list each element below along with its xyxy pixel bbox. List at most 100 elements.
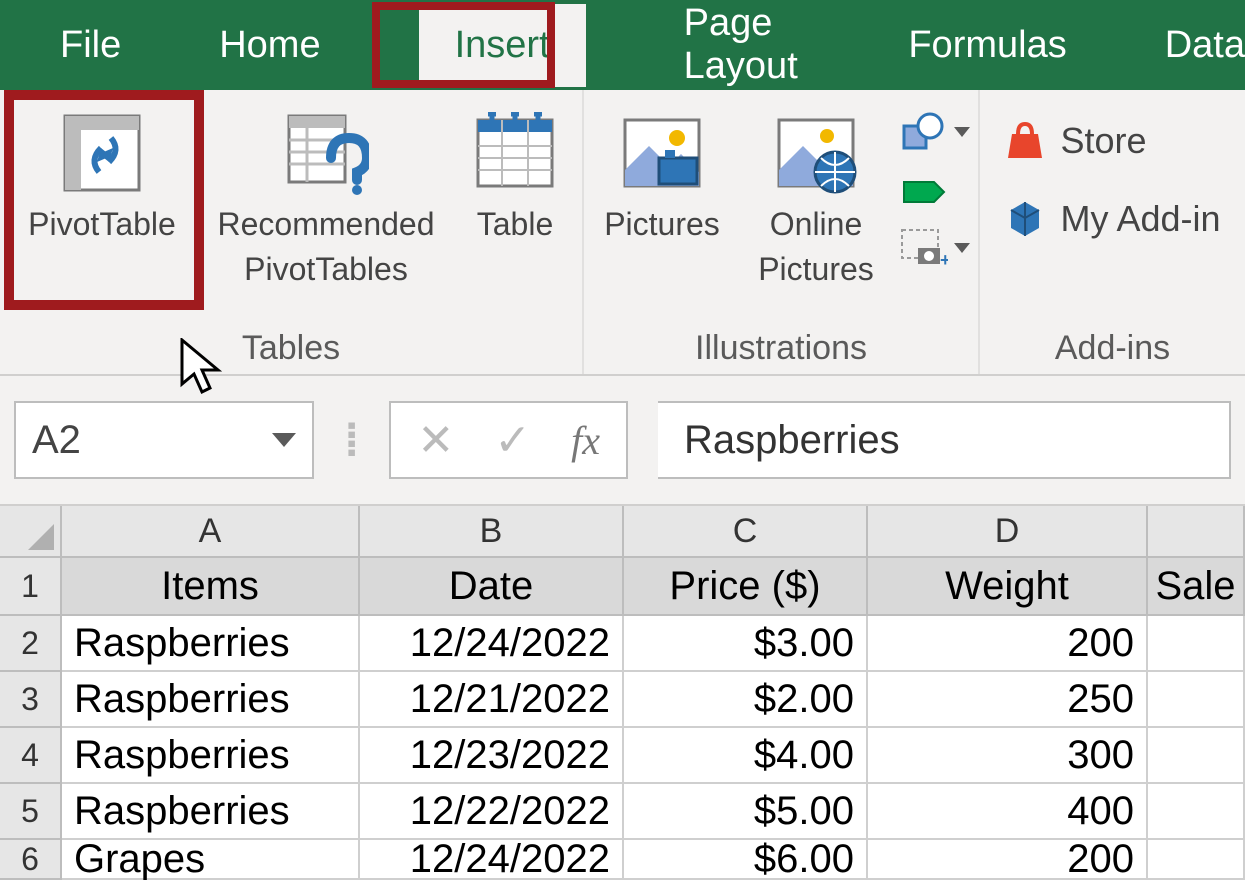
shapes-icon: [900, 112, 948, 152]
row-header[interactable]: 5: [0, 784, 62, 840]
fx-icon[interactable]: fx: [571, 417, 600, 464]
cell[interactable]: $6.00: [624, 840, 868, 880]
cell[interactable]: 12/21/2022: [360, 672, 624, 728]
cell[interactable]: 400: [868, 784, 1148, 840]
cell[interactable]: $3.00: [624, 616, 868, 672]
col-header-e[interactable]: [1148, 506, 1245, 558]
pictures-label: Pictures: [604, 206, 720, 243]
cell[interactable]: [1148, 784, 1245, 840]
illustration-small-buttons: +: [900, 102, 970, 270]
table-row: 6 Grapes 12/24/2022 $6.00 200: [0, 840, 1245, 880]
shapes-button[interactable]: [900, 110, 970, 154]
store-icon: [1004, 120, 1046, 162]
table-row: 2 Raspberries 12/24/2022 $3.00 200: [0, 616, 1245, 672]
cell[interactable]: Raspberries: [62, 616, 360, 672]
select-all-corner[interactable]: [0, 506, 62, 558]
my-addins-label: My Add-in: [1060, 198, 1220, 240]
col-header-b[interactable]: B: [360, 506, 624, 558]
cell[interactable]: 250: [868, 672, 1148, 728]
recommended-pivottables-icon: [281, 108, 371, 198]
recommended-pivottables-label-2: PivotTables: [244, 251, 408, 288]
cell[interactable]: [1148, 728, 1245, 784]
row-header[interactable]: 1: [0, 558, 62, 616]
screenshot-button[interactable]: +: [900, 226, 970, 270]
cell[interactable]: [1148, 616, 1245, 672]
table-row: 4 Raspberries 12/23/2022 $4.00 300: [0, 728, 1245, 784]
store-button[interactable]: Store: [1004, 120, 1146, 162]
cell[interactable]: 12/22/2022: [360, 784, 624, 840]
store-label: Store: [1060, 120, 1146, 162]
ribbon-insert: PivotTable Recommended: [0, 90, 1245, 376]
screenshot-icon: +: [900, 228, 948, 268]
header-items[interactable]: Items: [62, 558, 360, 616]
cell[interactable]: Raspberries: [62, 728, 360, 784]
ribbon-group-tables: PivotTable Recommended: [0, 90, 584, 374]
table-icon: [470, 108, 560, 198]
cell[interactable]: [1148, 672, 1245, 728]
pictures-icon: [617, 108, 707, 198]
header-weight[interactable]: Weight: [868, 558, 1148, 616]
online-pictures-button[interactable]: Online Pictures: [746, 102, 886, 294]
header-price[interactable]: Price ($): [624, 558, 868, 616]
col-header-a[interactable]: A: [62, 506, 360, 558]
header-sale[interactable]: Sale: [1148, 558, 1245, 616]
column-headers: A B C D: [0, 506, 1245, 558]
row-header[interactable]: 2: [0, 616, 62, 672]
cell[interactable]: $5.00: [624, 784, 868, 840]
table-row: 1 Items Date Price ($) Weight Sale: [0, 558, 1245, 616]
group-label-tables: Tables: [242, 325, 340, 374]
name-box[interactable]: A2: [14, 401, 314, 479]
table-button[interactable]: Table: [460, 102, 570, 249]
table-row: 3 Raspberries 12/21/2022 $2.00 250: [0, 672, 1245, 728]
row-header[interactable]: 4: [0, 728, 62, 784]
recommended-pivottables-button[interactable]: Recommended PivotTables: [206, 102, 446, 294]
tab-page-layout[interactable]: Page Layout: [684, 2, 811, 88]
addins-icon: [1004, 198, 1046, 240]
dropdown-caret-icon: [272, 433, 296, 447]
tab-file[interactable]: File: [60, 24, 121, 67]
col-header-d[interactable]: D: [868, 506, 1148, 558]
col-header-c[interactable]: C: [624, 506, 868, 558]
formula-input[interactable]: [658, 401, 1231, 479]
ribbon-group-illustrations: Pictures Online Pictures: [584, 90, 980, 374]
svg-text:+: +: [940, 250, 948, 268]
cell[interactable]: 12/24/2022: [360, 840, 624, 880]
tab-data[interactable]: Data: [1165, 24, 1245, 67]
cell[interactable]: Raspberries: [62, 672, 360, 728]
pictures-button[interactable]: Pictures: [592, 102, 732, 249]
tab-home[interactable]: Home: [219, 24, 320, 67]
cell[interactable]: 200: [868, 840, 1148, 880]
table-row: 5 Raspberries 12/22/2022 $5.00 400: [0, 784, 1245, 840]
accept-formula-button[interactable]: ✓: [494, 415, 531, 466]
online-pictures-label-1: Online: [770, 206, 863, 243]
recommended-pivottables-label-1: Recommended: [218, 206, 435, 243]
smartart-icon: [900, 170, 948, 210]
cell[interactable]: 12/23/2022: [360, 728, 624, 784]
separator-dots-icon: ⁞: [344, 413, 359, 467]
row-header[interactable]: 6: [0, 840, 62, 880]
smartart-button[interactable]: [900, 168, 970, 212]
cell[interactable]: 12/24/2022: [360, 616, 624, 672]
cell[interactable]: $2.00: [624, 672, 868, 728]
cell[interactable]: Raspberries: [62, 784, 360, 840]
cell[interactable]: 300: [868, 728, 1148, 784]
my-addins-button[interactable]: My Add-in: [1004, 198, 1220, 240]
pivottable-label: PivotTable: [28, 206, 176, 243]
group-label-addins: Add-ins: [1055, 325, 1170, 374]
pivottable-button[interactable]: PivotTable: [12, 102, 192, 249]
formula-bar: A2 ⁞ ✕ ✓ fx: [0, 376, 1245, 506]
group-label-illustrations: Illustrations: [695, 325, 867, 374]
dropdown-caret-icon: [954, 243, 970, 253]
dropdown-caret-icon: [954, 127, 970, 137]
cancel-formula-button[interactable]: ✕: [417, 415, 454, 466]
row-header[interactable]: 3: [0, 672, 62, 728]
cell[interactable]: 200: [868, 616, 1148, 672]
tab-insert[interactable]: Insert: [419, 4, 586, 87]
cell[interactable]: [1148, 840, 1245, 880]
header-date[interactable]: Date: [360, 558, 624, 616]
table-label: Table: [477, 206, 554, 243]
tab-formulas[interactable]: Formulas: [908, 24, 1066, 67]
pivottable-icon: [57, 108, 147, 198]
cell[interactable]: $4.00: [624, 728, 868, 784]
cell[interactable]: Grapes: [62, 840, 360, 880]
